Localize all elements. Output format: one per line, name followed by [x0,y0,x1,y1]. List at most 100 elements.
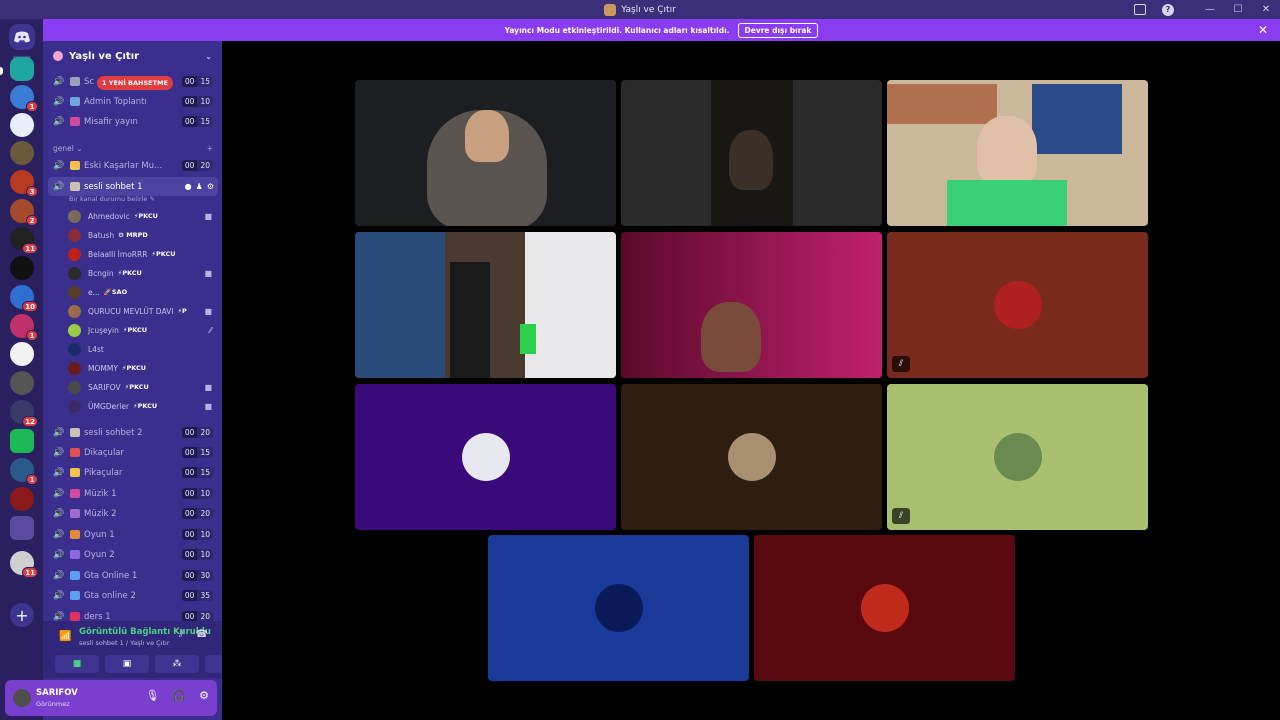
channel-emoji-icon [70,117,80,126]
avatar [727,433,776,481]
help-icon[interactable]: ? [1154,0,1182,19]
guild-9[interactable]: 10 [10,285,38,312]
video-tile[interactable] [355,232,616,378]
close-window-button[interactable]: ✕ [1252,0,1280,19]
video-tile[interactable] [355,384,616,530]
discord-logo-icon [14,31,30,43]
video-icon: ■ [204,401,212,411]
microphone-icon[interactable]: 🎙 [145,689,159,702]
inbox-icon[interactable] [1126,0,1154,19]
invite-icon[interactable]: ♟ [196,182,203,191]
voice-channel-misafir[interactable]: 🔊 Misafir yayın 00 15 [48,112,218,131]
signal-icon[interactable]: 📶 [59,631,71,642]
voice-user[interactable]: Batush ⚙ MRPD [68,226,216,244]
voice-channel[interactable]: 🔊 Gta Online 1 00 30 [48,566,218,585]
guild-2[interactable]: 1 [10,85,38,112]
guild-10[interactable]: 1 [10,314,38,341]
voice-user[interactable]: ÜMGDerler ⚡PKCU ■ [68,397,216,415]
video-tile[interactable] [488,535,749,681]
guild-3[interactable] [10,113,34,137]
voice-user[interactable]: QURUCU MEVLÜT DAVI ⚡P ■ [68,302,216,320]
add-channel-icon[interactable]: + [207,144,213,153]
window-title-text: Yaşlı ve Çıtır [621,4,676,15]
voice-channel[interactable]: 🔊 sesli sohbet 2 00 20 [48,423,218,442]
voice-user[interactable]: L4st [68,340,216,358]
disconnect-icon[interactable]: ☎ [196,629,208,640]
video-tile[interactable] [355,80,616,226]
connection-channel[interactable]: sesli sohbet 1 / Yaşlı ve Çıtır [79,639,170,647]
guild-5[interactable]: 3 [10,170,38,197]
discord-home-button[interactable] [9,24,35,50]
speaker-icon: 🔊 [53,181,65,192]
voice-channel-eski[interactable]: 🔊 Eski Kaşarlar Mu... 00 20 [48,156,218,175]
video-tile[interactable] [621,232,882,378]
user-name[interactable]: SARIFOV [36,688,78,698]
channel-emoji-icon [70,77,80,86]
voice-channel[interactable]: 🔊 Gta online 2 00 35 [48,586,218,605]
video-tile[interactable] [887,80,1148,226]
camera-button[interactable]: ■ [55,655,99,673]
guild-11[interactable] [10,342,34,366]
noise-suppression-icon[interactable]: ⫽ [179,629,183,640]
minimize-button[interactable]: — [1196,0,1224,19]
voice-user[interactable]: SARIFOV ⚡PKCU ■ [68,378,216,396]
guild-14[interactable] [10,429,34,453]
activities-button[interactable]: ⁂ [155,655,199,673]
server-list: 1 3 2 11 10 1 12 1 11 + [0,19,43,720]
voice-channel[interactable]: 🔊 Müzik 1 00 10 [48,484,218,503]
speaker-icon: 🔊 [53,160,65,171]
guild-12[interactable] [10,371,34,395]
category-genel[interactable]: genel ⌄ + [53,144,213,153]
video-tile[interactable]: ⫽ [887,384,1148,530]
headphones-icon[interactable]: 🎧 [172,689,186,702]
voice-channel[interactable]: 🔊 Müzik 2 00 20 [48,504,218,523]
video-tile[interactable]: ⫽ [887,232,1148,378]
voice-user[interactable]: Jcuşeyin ⚡PKCU ⁄⁄ [68,321,216,339]
guild-6[interactable]: 2 [10,199,38,226]
add-server-button[interactable]: + [10,603,34,627]
gear-icon[interactable]: ⚙ [199,689,209,702]
voice-channel-sesli-sohbet-1[interactable]: 🔊 sesli sohbet 1 ● ♟ ⚙ [48,177,218,196]
guild-4[interactable] [10,141,34,165]
guild-16[interactable] [10,487,34,511]
banner-close-icon[interactable]: ✕ [1258,23,1268,37]
video-tile[interactable] [621,80,882,226]
voice-channel[interactable]: 🔊 Pikaçular 00 15 [48,463,218,482]
voice-user[interactable]: e... 🚀SAO [68,283,216,301]
voice-user[interactable]: MOMMY ⚡PKCU [68,359,216,377]
avatar [68,323,81,337]
voice-user[interactable]: Bcngin ⚡PKCU ■ [68,264,216,282]
new-mention-badge[interactable]: 1 YENİ BAHSETME [97,76,173,90]
speaker-icon: 🔊 [53,116,65,127]
voice-channel[interactable]: 🔊 Dikaçular 00 15 [48,443,218,462]
voice-user[interactable]: Belaalli İmoRRR ⚡PKCU [68,245,216,263]
streamer-mode-banner: Yayıncı Modu etkinleştirildi. Kullanıcı … [43,19,1280,41]
voice-channel[interactable]: 🔊 Oyun 1 00 10 [48,525,218,544]
voice-user[interactable]: Ahmedovic ⚡PKCU ■ [68,207,216,225]
disable-streamer-mode-button[interactable]: Devre dışı bırak [737,22,819,38]
avatar [594,584,643,632]
video-tile[interactable] [754,535,1015,681]
video-tile[interactable] [621,384,882,530]
screen-share-button[interactable]: ▣ [105,655,149,673]
voice-channel[interactable]: 🔊 Oyun 2 00 10 [48,545,218,564]
avatar [68,266,81,280]
avatar[interactable] [11,687,33,709]
gear-icon[interactable]: ⚙ [207,182,214,191]
guild-13[interactable]: 12 [10,400,38,427]
category-label: genel [53,144,74,153]
guild-folder[interactable] [10,516,34,540]
banner-text: Yayıncı Modu etkinleştirildi. Kullanıcı … [504,25,730,35]
guild-15[interactable]: 1 [10,458,38,485]
avatar [993,433,1042,481]
guild-1[interactable] [10,57,34,81]
voice-channel-admin[interactable]: 🔊 Admin Toplantı 00 10 [48,92,218,111]
server-header[interactable]: Yaşlı ve Çıtır ⌄ [43,41,222,71]
chat-icon[interactable]: ● [185,182,192,191]
guild-8[interactable] [10,256,34,280]
guild-17[interactable]: 11 [10,551,38,578]
guild-7[interactable]: 11 [10,227,38,254]
channel-status-prompt[interactable]: Bir kanal durumu belirle ✎ [69,195,155,203]
avatar [68,342,81,356]
maximize-button[interactable]: ☐ [1224,0,1252,19]
